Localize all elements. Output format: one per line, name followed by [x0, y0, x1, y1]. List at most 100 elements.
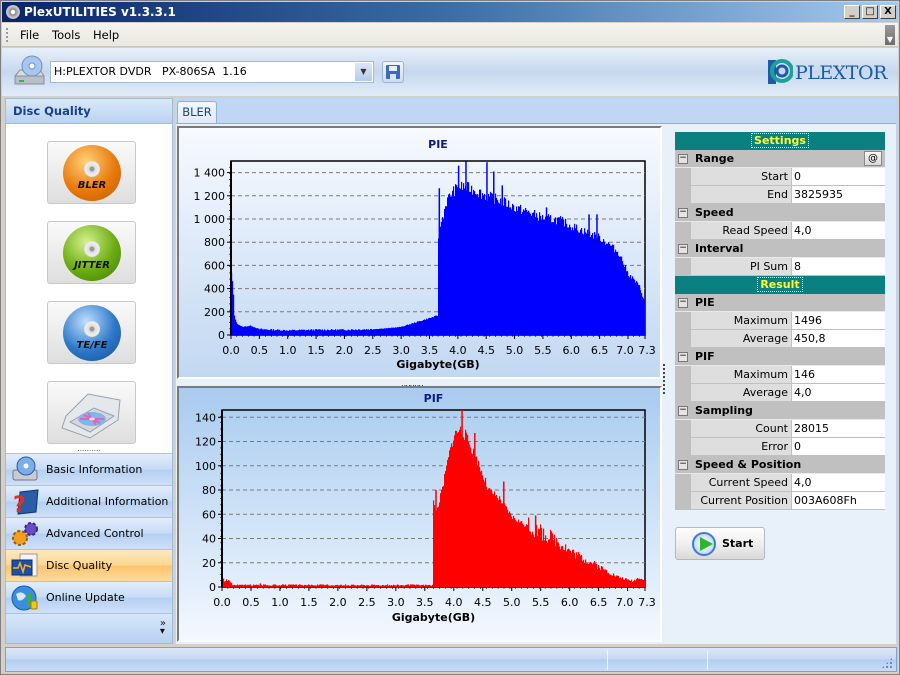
x-tick-label: 1.0 — [279, 344, 297, 357]
main-area: BLER PIE 0 200 400 600 800 1 000 1 200 1 400 0.0 0… — [175, 98, 897, 644]
menu-tools[interactable]: Tools — [52, 28, 80, 42]
jitter-label: JITTER — [74, 260, 110, 271]
nav-online-update[interactable]: Online Update — [6, 581, 172, 613]
group-label: Range — [695, 152, 735, 165]
x-tick-label: 5.0 — [506, 344, 524, 357]
bar-spike — [501, 185, 504, 335]
x-tick-label: 6.5 — [590, 596, 608, 609]
bar-spike — [465, 161, 467, 335]
logo-text: PLEXTOR — [795, 62, 887, 84]
status-separator — [707, 650, 708, 670]
x-tick-label: 3.0 — [387, 596, 405, 609]
floppy-save-icon — [386, 65, 400, 79]
nav-overflow[interactable]: » ▾ — [6, 613, 172, 643]
collapse-icon[interactable]: − — [678, 460, 688, 470]
property-value[interactable]: 0 — [792, 168, 885, 185]
property-value: 4,0 — [792, 384, 885, 401]
bar-spike — [259, 583, 262, 587]
property-value: 146 — [792, 366, 885, 383]
chart-title: PIF — [424, 392, 444, 405]
nav-advanced-control[interactable]: Advanced Control — [6, 517, 172, 549]
start-button[interactable]: Start — [675, 527, 765, 560]
property-grid: Settings − Range @ Start 0 End 3825935− Speed Rea… — [675, 132, 885, 512]
collapse-icon[interactable]: − — [678, 406, 688, 416]
property-value[interactable]: 4,0 — [792, 222, 885, 239]
status-bar — [5, 647, 897, 672]
result-header: Result — [675, 276, 885, 294]
chevron-down-icon[interactable]: ▼ — [355, 63, 372, 81]
nav-basic-information[interactable]: Basic Information — [6, 453, 172, 485]
x-tick-label: 5.5 — [532, 596, 550, 609]
panel-splitter[interactable] — [663, 364, 667, 394]
property-key: Current Speed — [691, 474, 791, 491]
tab-bler[interactable]: BLER — [177, 101, 217, 124]
resize-grip-icon[interactable] — [881, 657, 893, 669]
y-tick-label: 1 400 — [194, 167, 226, 180]
x-tick-label: 4.5 — [474, 596, 492, 609]
window-title: PlexUTILITIES v1.3.3.1 — [24, 5, 176, 19]
property-row: Maximum 146 — [675, 366, 885, 384]
collapse-icon[interactable]: − — [678, 154, 688, 164]
bar-spike — [474, 433, 476, 587]
bler-test-button[interactable]: BLER — [47, 141, 136, 204]
x-tick-label: 6.5 — [591, 344, 609, 357]
pif-chart-panel: PIF 0 20 40 60 80 100 120 140 0.0 0.5 1.0 1.5 2.0 2.5 3… — [177, 386, 662, 642]
group-label: PIE — [695, 296, 715, 309]
title-bar[interactable]: PlexUTILITIES v1.3.3.1 _ □ X — [2, 2, 898, 22]
property-value[interactable]: 3825935 — [792, 186, 885, 203]
collapse-icon[interactable]: − — [678, 298, 688, 308]
menubar-overflow-icon[interactable]: ▼ — [885, 25, 895, 45]
drive-tray-button[interactable] — [47, 381, 136, 444]
x-tick-label: 0.0 — [222, 344, 240, 357]
save-button[interactable] — [382, 61, 404, 83]
jitter-disc-icon: JITTER — [63, 225, 121, 281]
group-label: Speed — [695, 206, 734, 219]
x-tick-label: 2.0 — [329, 596, 347, 609]
globe-update-icon — [11, 585, 38, 611]
maximize-button[interactable]: □ — [862, 5, 878, 19]
bar — [644, 580, 646, 587]
pie-chart: PIE 0 200 400 600 800 1 000 1 200 1 400 0.0 0.5 1.0… — [194, 138, 656, 371]
x-axis-label: Gigabyte(GB) — [392, 611, 475, 624]
bar-spike — [461, 410, 463, 587]
property-key: Count — [691, 420, 791, 437]
collapse-icon[interactable]: − — [678, 208, 688, 218]
plextor-mark-icon — [768, 59, 793, 84]
property-key: End — [691, 186, 791, 203]
bar-spike — [435, 490, 437, 587]
nav-disc-quality[interactable]: Disc Quality — [6, 549, 172, 581]
property-value[interactable]: 8 — [792, 258, 885, 275]
property-row: Average 450,8 — [675, 330, 885, 348]
range-options-button[interactable]: @ — [864, 151, 882, 166]
drive-tray-icon — [61, 393, 121, 439]
property-row: Current Position 003A608Fh — [675, 492, 885, 510]
jitter-test-button[interactable]: JITTER — [47, 221, 136, 284]
menu-help[interactable]: Help — [93, 28, 119, 42]
tefe-label: TE/FE — [76, 340, 108, 351]
nav-label: Online Update — [46, 591, 125, 604]
group-speed-position: − Speed & Position — [675, 456, 885, 474]
x-tick-label: 7.0 — [616, 344, 634, 357]
collapse-icon[interactable]: − — [678, 352, 688, 362]
group-speed: − Speed — [675, 204, 885, 222]
drive-select[interactable]: H:PLEXTOR DVDR PX-806SA 1.16 ▼ — [50, 61, 374, 83]
minimize-button[interactable]: _ — [844, 5, 860, 19]
chevron-double-down-icon[interactable]: » ▾ — [160, 619, 166, 637]
tefe-test-button[interactable]: TE/FE — [47, 301, 136, 364]
x-tick-label: 4.0 — [445, 596, 463, 609]
group-label: Sampling — [695, 404, 753, 417]
y-tick-label: 200 — [204, 306, 225, 319]
property-key: Error — [691, 438, 791, 455]
close-button[interactable]: X — [880, 5, 896, 19]
menu-file[interactable]: File — [20, 28, 39, 42]
y-tick-label: 120 — [195, 436, 216, 449]
property-value: 4,0 — [792, 474, 885, 491]
nav-additional-information[interactable]: ? Additional Information — [6, 485, 172, 517]
bar-spike — [596, 214, 598, 335]
x-tick-label: 1.5 — [300, 596, 318, 609]
collapse-icon[interactable]: − — [678, 244, 688, 254]
property-value: 1496 — [792, 312, 885, 329]
start-label: Start — [722, 537, 754, 550]
menubar-grip-icon[interactable] — [6, 28, 8, 42]
group-range: − Range @ — [675, 150, 885, 168]
